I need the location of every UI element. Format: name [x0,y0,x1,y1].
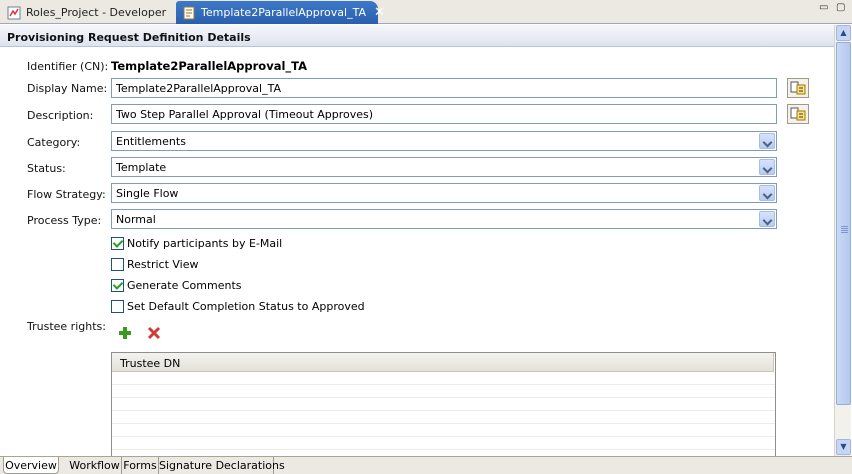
table-row[interactable] [112,424,775,437]
trustee-dn-column-header[interactable]: Trustee DN [112,353,774,372]
checkbox-box[interactable] [111,278,124,292]
tab-label: Roles_Project - Developer [26,6,167,19]
table-row[interactable] [112,372,775,385]
localize-display-name-icon[interactable] [787,78,809,98]
status-label: Status: [27,162,66,175]
checkbox-label: Set Default Completion Status to Approve… [127,299,365,313]
close-icon[interactable]: ✕ [374,5,385,20]
tab-signature-declarations[interactable]: Signature Declarations [159,457,285,474]
tab-label: Template2ParallelApproval_TA [201,6,366,19]
restrict-view-checkbox[interactable]: Restrict View [111,257,199,271]
generate-comments-checkbox[interactable]: Generate Comments [111,278,242,292]
table-row[interactable] [112,398,775,411]
category-label: Category: [27,136,81,149]
chevron-down-icon[interactable] [759,185,775,201]
checkbox-label: Restrict View [127,257,199,271]
section-title: Provisioning Request Definition Details [0,25,834,47]
project-icon [7,6,21,19]
chevron-down-icon[interactable] [759,211,775,227]
category-selected-value: Entitlements [116,135,186,148]
flow-strategy-label: Flow Strategy: [27,188,106,201]
tab-forms[interactable]: Forms [122,457,159,474]
scroll-up-icon[interactable]: ▲ [836,25,851,41]
chevron-down-icon[interactable] [759,159,775,175]
tab-overview[interactable]: Overview [3,457,59,474]
notify-email-checkbox[interactable]: Notify participants by E-Mail [111,236,282,250]
description-input[interactable]: Two Step Parallel Approval (Timeout Appr… [111,104,777,124]
checkbox-box[interactable] [111,299,124,313]
flow-strategy-select[interactable]: Single Flow [111,183,777,203]
delete-x-icon[interactable] [146,325,162,341]
minimize-icon[interactable]: ▭ [819,2,828,13]
identifier-value: Template2ParallelApproval_TA [111,59,308,73]
grip-icon [841,226,848,234]
status-selected-value: Template [116,161,167,174]
trustee-table[interactable]: Trustee DN [111,352,776,457]
tab-workflow[interactable]: Workflow [68,457,122,474]
trustee-rights-label: Trustee rights: [27,320,106,333]
checkbox-box[interactable] [111,236,124,250]
tab-roles-project[interactable]: Roles_Project - Developer [1,1,173,24]
display-name-label: Display Name: [27,82,108,95]
chevron-down-icon[interactable] [759,133,775,149]
page-tabs: Overview Workflow Forms Signature Declar… [0,456,852,474]
process-type-label: Process Type: [27,214,102,227]
scroll-down-icon[interactable]: ▼ [836,439,851,455]
identifier-label: Identifier (CN): [27,60,109,73]
category-select[interactable]: Entitlements [111,131,777,151]
checkbox-label: Generate Comments [127,278,242,292]
table-row[interactable] [112,411,775,424]
table-row[interactable] [112,385,775,398]
process-type-select[interactable]: Normal [111,209,777,229]
flow-strategy-selected-value: Single Flow [116,187,179,200]
checkbox-label: Notify participants by E-Mail [127,236,283,250]
description-label: Description: [27,109,94,122]
editor-tab-strip: Roles_Project - Developer Template2Paral… [0,0,852,24]
plus-icon[interactable] [117,325,133,341]
document-icon [183,6,195,19]
vertical-scrollbar[interactable]: ▲ ▼ [834,25,851,456]
checkbox-box[interactable] [111,257,124,271]
scrollbar-thumb[interactable] [836,42,851,405]
process-type-selected-value: Normal [116,213,156,226]
table-row[interactable] [112,437,775,450]
tab-template2parallelapproval[interactable]: Template2ParallelApproval_TA ✕ [176,1,385,24]
localize-description-icon[interactable] [787,104,809,124]
default-completion-checkbox[interactable]: Set Default Completion Status to Approve… [111,299,365,313]
maximize-icon[interactable]: ▢ [836,2,845,13]
display-name-input[interactable]: Template2ParallelApproval_TA [111,78,777,98]
status-select[interactable]: Template [111,157,777,177]
